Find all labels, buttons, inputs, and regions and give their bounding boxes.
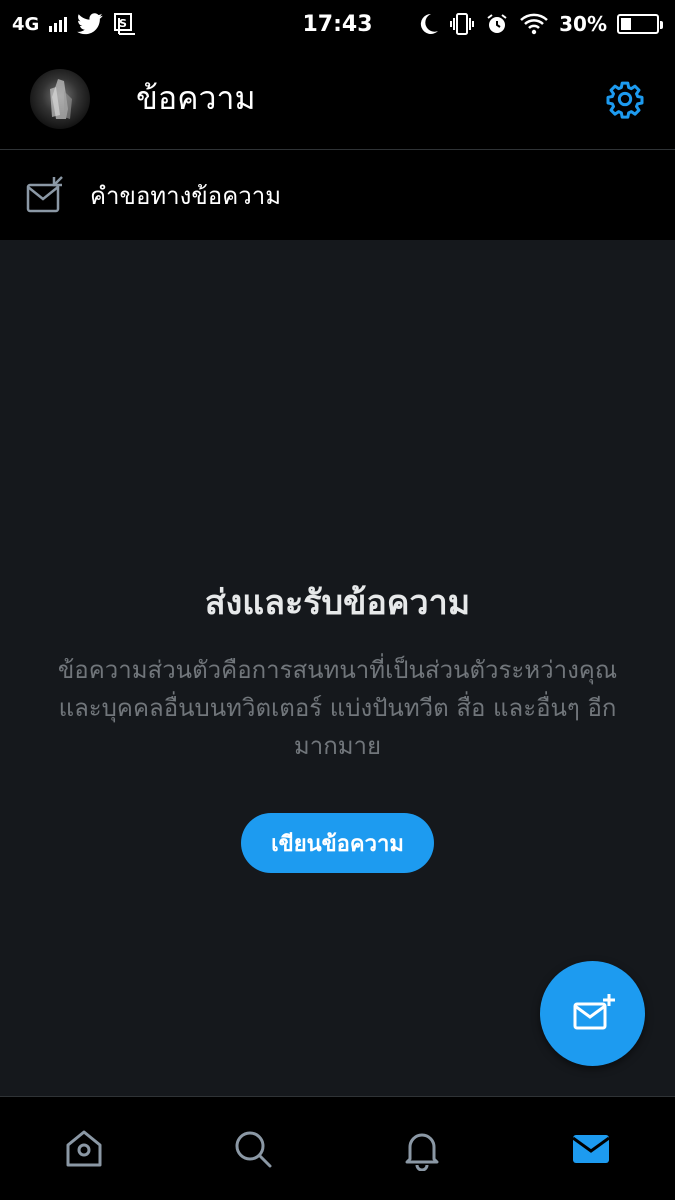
profile-avatar[interactable]	[30, 68, 90, 129]
bottom-navigation	[0, 1096, 675, 1200]
new-message-icon	[573, 993, 615, 1029]
mail-request-icon	[26, 176, 63, 213]
status-left: 4G S	[12, 12, 137, 36]
screenshot-icon: S	[114, 13, 136, 35]
nav-notifications[interactable]	[382, 1109, 462, 1189]
vibrate-icon	[450, 13, 475, 35]
nav-home[interactable]	[44, 1109, 124, 1189]
bell-icon	[405, 1133, 439, 1171]
search-icon	[235, 1131, 272, 1167]
status-bar: 4G S 17:43 30%	[0, 0, 675, 48]
home-icon	[66, 1130, 102, 1166]
empty-state: ส่งและรับข้อความ ข้อความส่วนตัวคือการสนท…	[0, 575, 675, 873]
alarm-icon	[487, 14, 507, 33]
battery-level-fill	[621, 18, 632, 30]
app-root: 4G S 17:43 30% ข้อความ คำขอทางข้อความ ส่…	[0, 0, 675, 1200]
message-requests-row[interactable]: คำขอทางข้อความ	[0, 150, 675, 240]
settings-button[interactable]	[603, 77, 647, 121]
svg-text:S: S	[119, 17, 127, 30]
top-app-bar: ข้อความ	[0, 48, 675, 150]
new-message-fab[interactable]	[540, 961, 645, 1066]
write-message-button[interactable]: เขียนข้อความ	[241, 813, 434, 873]
wifi-icon	[520, 13, 548, 35]
avatar-image	[50, 78, 72, 119]
mail-icon	[571, 1134, 610, 1163]
signal-icon	[49, 16, 68, 32]
network-type: 4G	[12, 13, 40, 35]
battery-percent: 30%	[559, 12, 607, 36]
twitter-bird-icon	[77, 13, 103, 35]
status-right: 30%	[419, 12, 663, 36]
empty-state-description: ข้อความส่วนตัวคือการสนทนาที่เป็นส่วนตัวร…	[57, 656, 618, 760]
moon-icon	[420, 13, 439, 34]
battery-icon	[617, 14, 663, 34]
empty-state-title: ส่งและรับข้อความ	[204, 583, 471, 623]
nav-search[interactable]	[213, 1109, 293, 1189]
gear-icon	[606, 81, 644, 119]
nav-messages[interactable]	[551, 1109, 631, 1189]
message-requests-label: คำขอทางข้อความ	[90, 181, 282, 210]
page-title: ข้อความ	[136, 79, 256, 117]
